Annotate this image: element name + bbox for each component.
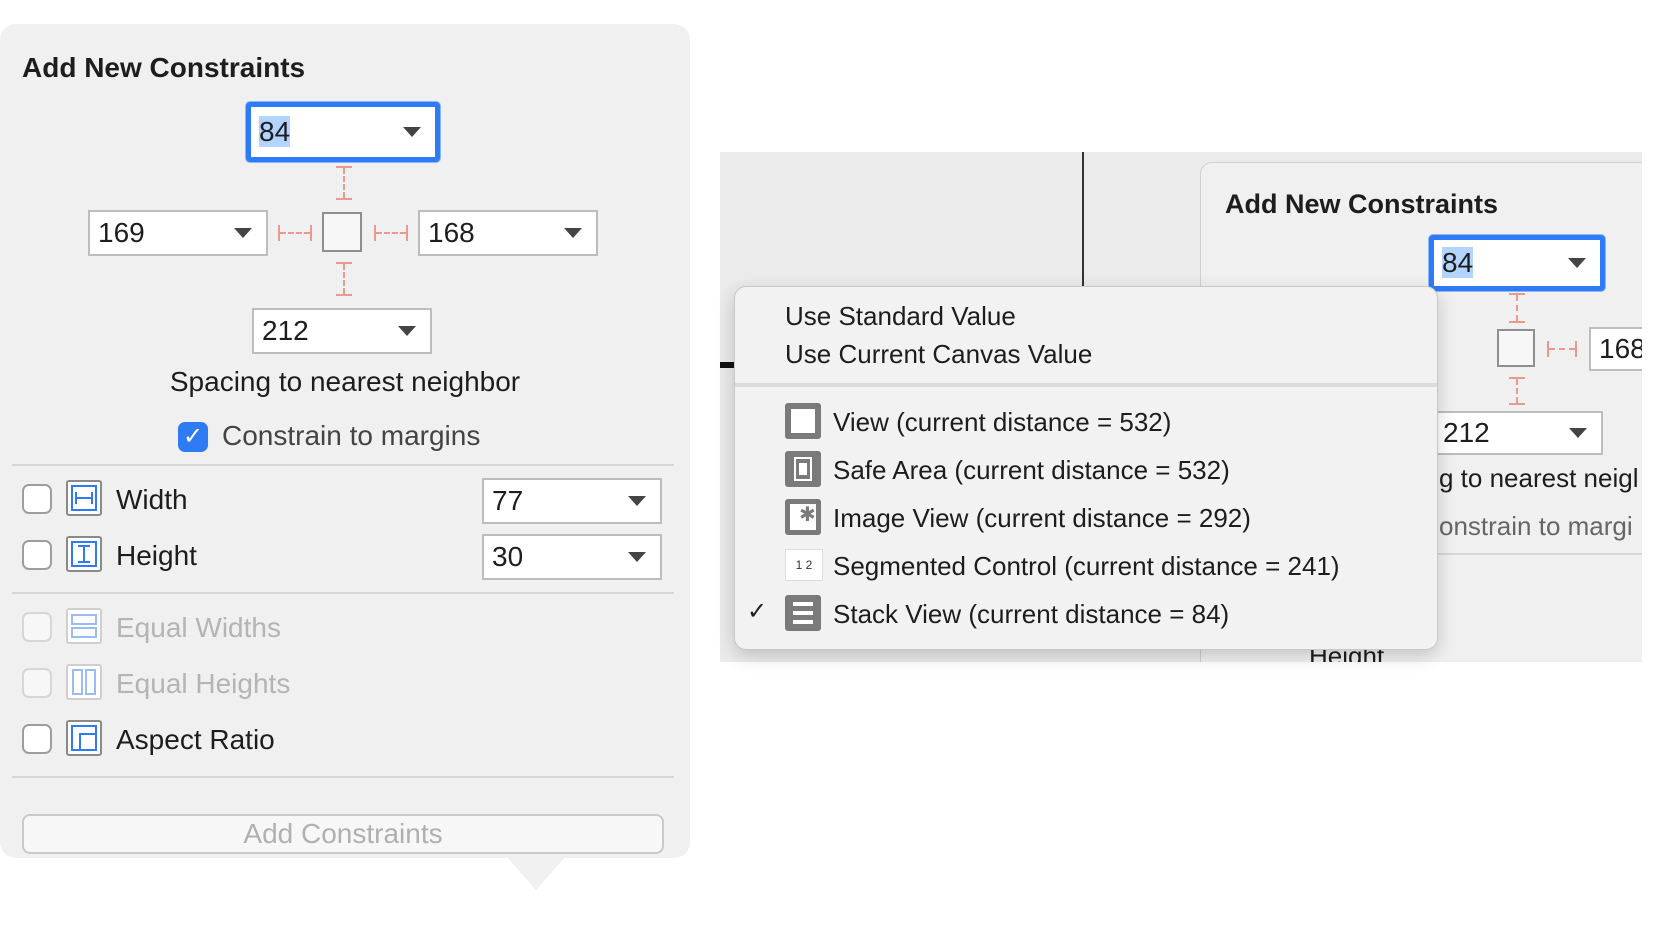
chevron-down-icon[interactable]	[628, 496, 646, 506]
leading-spacing-combo[interactable]: 169	[88, 210, 268, 256]
equal-heights-label: Equal Heights	[116, 668, 291, 699]
height-icon	[66, 536, 102, 572]
trailing-spacing-combo[interactable]: 168	[1589, 327, 1642, 371]
distance-dropdown-menu: Use Standard Value Use Current Canvas Va…	[734, 286, 1438, 650]
checkmark-icon: ✓	[747, 598, 768, 625]
menu-item-safe-area[interactable]: Safe Area (current distance = 532)	[833, 455, 1230, 486]
menu-separator	[735, 383, 1437, 387]
menu-item-stack-view[interactable]: Stack View (current distance = 84)	[833, 599, 1229, 630]
popover-arrow	[506, 856, 566, 890]
constrain-margins-label: onstrain to margi	[1439, 511, 1633, 541]
popover-title: Add New Constraints	[1225, 189, 1499, 219]
aspect-ratio-checkbox[interactable]	[22, 724, 52, 754]
height-value[interactable]: 30	[492, 541, 628, 573]
chevron-down-icon[interactable]	[564, 228, 582, 238]
menu-use-standard-value[interactable]: Use Standard Value	[785, 301, 1016, 332]
aspect-ratio-label: Aspect Ratio	[116, 724, 275, 755]
bottom-spacing-combo[interactable]: 212	[1433, 411, 1603, 455]
top-spacing-value[interactable]: 84	[1442, 247, 1474, 278]
width-combo[interactable]: 77	[482, 478, 662, 524]
popover-title: Add New Constraints	[22, 52, 306, 83]
top-spacing-combo[interactable]: 84	[246, 102, 440, 162]
menu-item-segmented-control[interactable]: Segmented Control (current distance = 24…	[833, 551, 1340, 582]
spacing-label: g to nearest neigl	[1439, 463, 1639, 493]
width-checkbox[interactable]	[22, 484, 52, 514]
selected-view-box	[322, 212, 362, 252]
height-checkbox[interactable]	[22, 540, 52, 570]
menu-use-canvas-value[interactable]: Use Current Canvas Value	[785, 339, 1092, 370]
aspect-ratio-icon	[66, 720, 102, 756]
menu-item-view[interactable]: View (current distance = 532)	[833, 407, 1171, 438]
equal-widths-checkbox[interactable]	[22, 612, 52, 642]
chevron-down-icon[interactable]	[1568, 258, 1586, 268]
top-spacing-value[interactable]: 84	[259, 116, 291, 147]
chevron-down-icon[interactable]	[398, 326, 416, 336]
chevron-down-icon[interactable]	[403, 127, 421, 137]
chevron-down-icon[interactable]	[628, 552, 646, 562]
trailing-spacing-value[interactable]: 168	[1599, 333, 1642, 365]
menu-item-image-view[interactable]: Image View (current distance = 292)	[833, 503, 1251, 534]
add-constraints-button[interactable]: Add Constraints	[22, 814, 664, 854]
safe-area-icon	[785, 451, 821, 487]
equal-widths-label: Equal Widths	[116, 612, 281, 643]
image-view-icon: ✱	[785, 499, 821, 535]
equal-heights-checkbox[interactable]	[22, 668, 52, 698]
constrain-margins-checkbox[interactable]: ✓	[178, 422, 208, 452]
view-icon	[785, 403, 821, 439]
spacing-label: Spacing to nearest neighbor	[169, 366, 521, 397]
top-spacing-combo[interactable]: 84	[1429, 235, 1605, 291]
stack-view-icon	[785, 595, 821, 631]
trailing-spacing-value[interactable]: 168	[428, 217, 564, 249]
chevron-down-icon[interactable]	[234, 228, 252, 238]
selected-view-box	[1497, 329, 1535, 367]
leading-spacing-value[interactable]: 169	[98, 217, 234, 249]
segmented-control-icon: 1 2	[785, 549, 823, 581]
equal-heights-icon	[66, 664, 102, 700]
trailing-spacing-combo[interactable]: 168	[418, 210, 598, 256]
width-value[interactable]: 77	[492, 485, 628, 517]
width-label: Width	[116, 484, 188, 515]
equal-widths-icon	[66, 608, 102, 644]
height-label: Height	[116, 540, 197, 571]
bottom-spacing-value[interactable]: 212	[1443, 417, 1569, 449]
bottom-spacing-combo[interactable]: 212	[252, 308, 432, 354]
constrain-margins-label: Constrain to margins	[222, 420, 481, 451]
height-combo[interactable]: 30	[482, 534, 662, 580]
chevron-down-icon[interactable]	[1569, 428, 1587, 438]
bottom-spacing-value[interactable]: 212	[262, 315, 398, 347]
add-constraints-popover: Add New Constraints 84 169 168 212 Spaci…	[0, 24, 690, 858]
width-icon	[66, 480, 102, 516]
